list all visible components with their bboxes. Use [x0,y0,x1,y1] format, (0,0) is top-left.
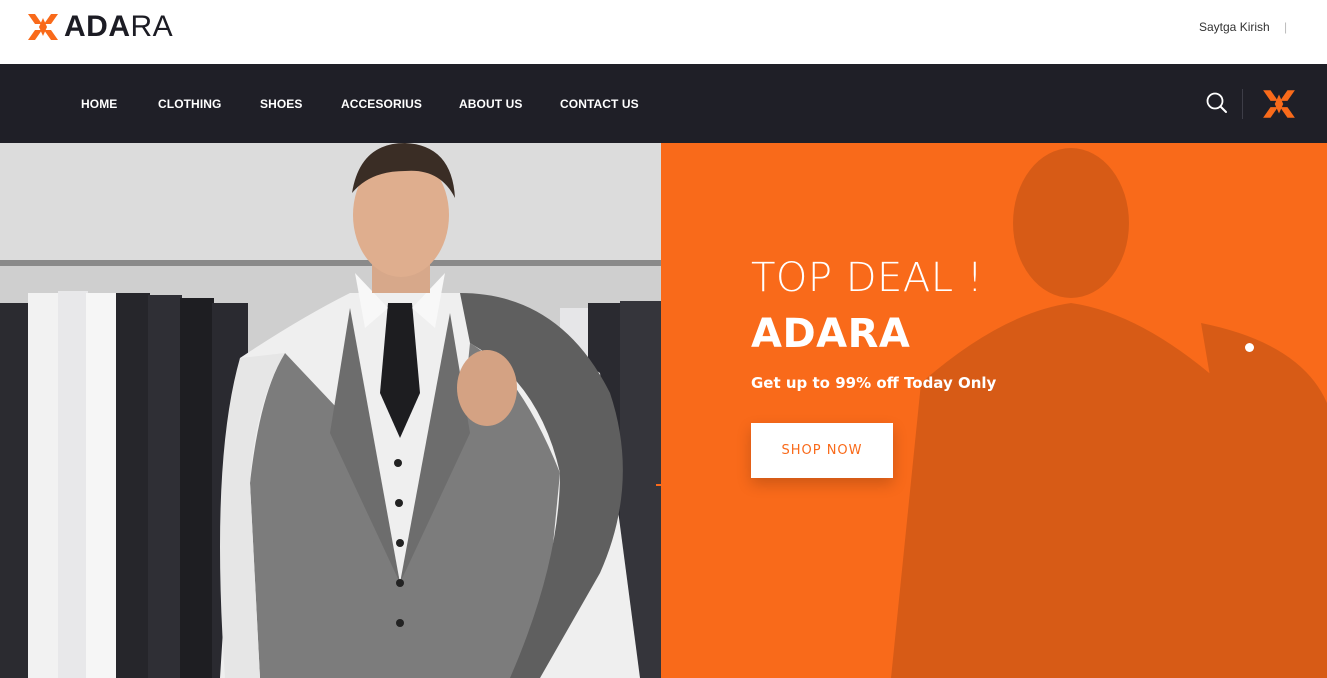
nav-divider [1242,89,1243,119]
ghost-background-image [891,148,1327,678]
nav-item-accesorius[interactable]: ACCESORIUS [341,97,422,111]
man-in-suit-illustration [0,143,661,678]
hero-slider: TOP DEAL ! ADARA Get up to 99% off Today… [0,143,1327,678]
site-logo[interactable]: ADARA [26,10,173,44]
nav-item-shoes[interactable]: SHOES [260,97,303,111]
logo-text-light: RA [130,10,174,43]
hero-brand: ADARA [751,311,911,357]
hero-image [0,143,661,678]
main-navigation: HOME CLOTHING SHOES ACCESORIUS ABOUT US … [0,64,1327,143]
nav-item-contact-us[interactable]: CONTACT US [560,97,639,111]
login-link[interactable]: Saytga Kirish [1199,20,1270,34]
hero-subtitle: Get up to 99% off Today Only [751,374,997,392]
hero-promo-panel: TOP DEAL ! ADARA Get up to 99% off Today… [661,143,1327,678]
adara-x-logo-icon [28,14,58,40]
shop-now-button[interactable]: SHOP NOW [751,423,893,478]
adara-x-logo-icon[interactable] [1261,86,1297,122]
top-bar: ADARA Saytga Kirish | [0,0,1327,64]
nav-item-home[interactable]: HOME [81,97,117,111]
nav-item-about-us[interactable]: ABOUT US [459,97,522,111]
search-icon[interactable] [1204,90,1230,116]
header-separator: | [1284,20,1288,34]
slider-dot[interactable] [1245,343,1254,352]
hero-title: TOP DEAL ! [751,255,984,301]
logo-text: ADARA [64,10,173,44]
logo-text-bold: ADA [64,10,131,43]
nav-item-clothing[interactable]: CLOTHING [158,97,221,111]
